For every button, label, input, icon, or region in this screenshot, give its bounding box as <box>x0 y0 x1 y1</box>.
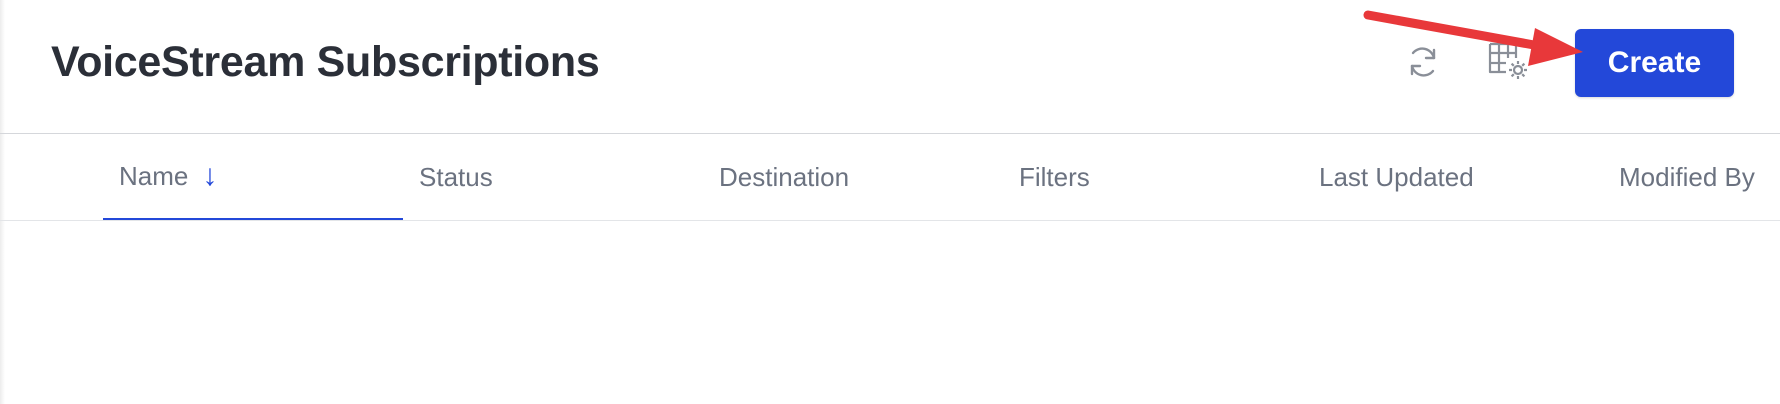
sort-descending-icon: ↓ <box>202 159 218 192</box>
create-button[interactable]: Create <box>1575 29 1734 97</box>
grid-settings-icon <box>1486 38 1530 87</box>
column-header-filters[interactable]: Filters <box>1019 134 1090 220</box>
table-body-empty <box>5 221 1780 404</box>
column-header-name[interactable]: Name ↓ <box>103 134 403 220</box>
column-header-label: Destination <box>719 161 850 192</box>
column-header-label: Filters <box>1019 161 1090 192</box>
column-header-label: Name <box>119 160 189 191</box>
column-header-modified-by[interactable]: Modified By <box>1619 134 1755 220</box>
column-header-label: Status <box>419 161 493 192</box>
table-header: Name ↓ Status Destination Filters Last U… <box>0 134 1780 221</box>
page-header: VoiceStream Subscriptions Create <box>0 0 1780 134</box>
refresh-button[interactable] <box>1399 40 1447 88</box>
refresh-icon <box>1403 42 1443 87</box>
column-header-last-updated[interactable]: Last Updated <box>1319 134 1474 220</box>
column-settings-button[interactable] <box>1484 38 1532 86</box>
page-title: VoiceStream Subscriptions <box>51 38 600 86</box>
column-header-label: Modified By <box>1619 161 1755 192</box>
column-header-status[interactable]: Status <box>419 134 493 220</box>
page: VoiceStream Subscriptions Create Name ↓ … <box>0 0 1780 404</box>
column-header-label: Last Updated <box>1319 161 1474 192</box>
column-header-destination[interactable]: Destination <box>719 134 849 220</box>
